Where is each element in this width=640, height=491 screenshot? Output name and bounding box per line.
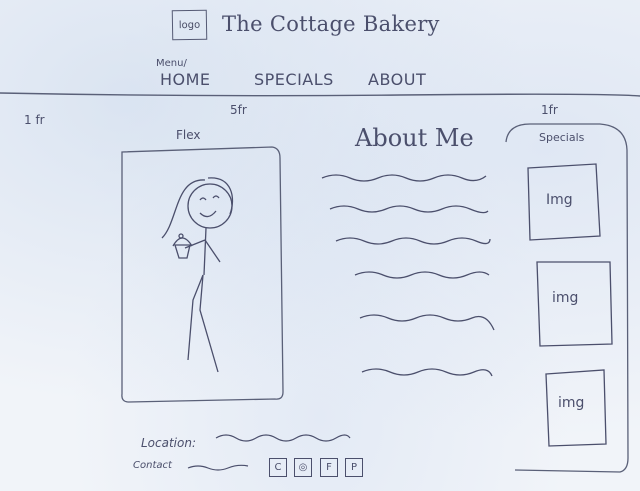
left-column-fraction: 1 fr bbox=[24, 113, 45, 127]
location-label: Location: bbox=[141, 436, 197, 450]
menu-annotation: Menu/ bbox=[156, 58, 187, 69]
special-image-1[interactable]: Img bbox=[546, 192, 573, 208]
flex-annotation: Flex bbox=[176, 128, 201, 142]
site-title: The Cottage Bakery bbox=[222, 12, 440, 36]
nav-specials-link[interactable]: SPECIALS bbox=[254, 70, 334, 89]
special-image-2[interactable]: img bbox=[552, 290, 578, 306]
baker-illustration bbox=[161, 177, 234, 373]
about-text-lines bbox=[321, 174, 495, 377]
social-facebook-icon[interactable]: F bbox=[320, 458, 338, 477]
specials-heading: Specials bbox=[539, 131, 585, 144]
logo[interactable]: logo bbox=[171, 9, 208, 41]
about-heading: About Me bbox=[355, 124, 474, 152]
main-column-fraction: 5fr bbox=[230, 103, 247, 117]
nav-about-link[interactable]: ABOUT bbox=[368, 70, 426, 89]
social-instagram-icon[interactable]: ◎ bbox=[294, 458, 312, 477]
location-value-line bbox=[215, 434, 351, 442]
social-pinterest-icon[interactable]: P bbox=[345, 458, 363, 477]
nav-home-link[interactable]: HOME bbox=[160, 70, 211, 89]
right-column-fraction: 1fr bbox=[541, 103, 558, 117]
special-image-3[interactable]: img bbox=[558, 395, 584, 411]
contact-label: Contact bbox=[133, 460, 172, 471]
contact-value-line bbox=[187, 464, 249, 471]
header-divider bbox=[0, 92, 640, 97]
social-c-icon[interactable]: C bbox=[269, 458, 287, 477]
